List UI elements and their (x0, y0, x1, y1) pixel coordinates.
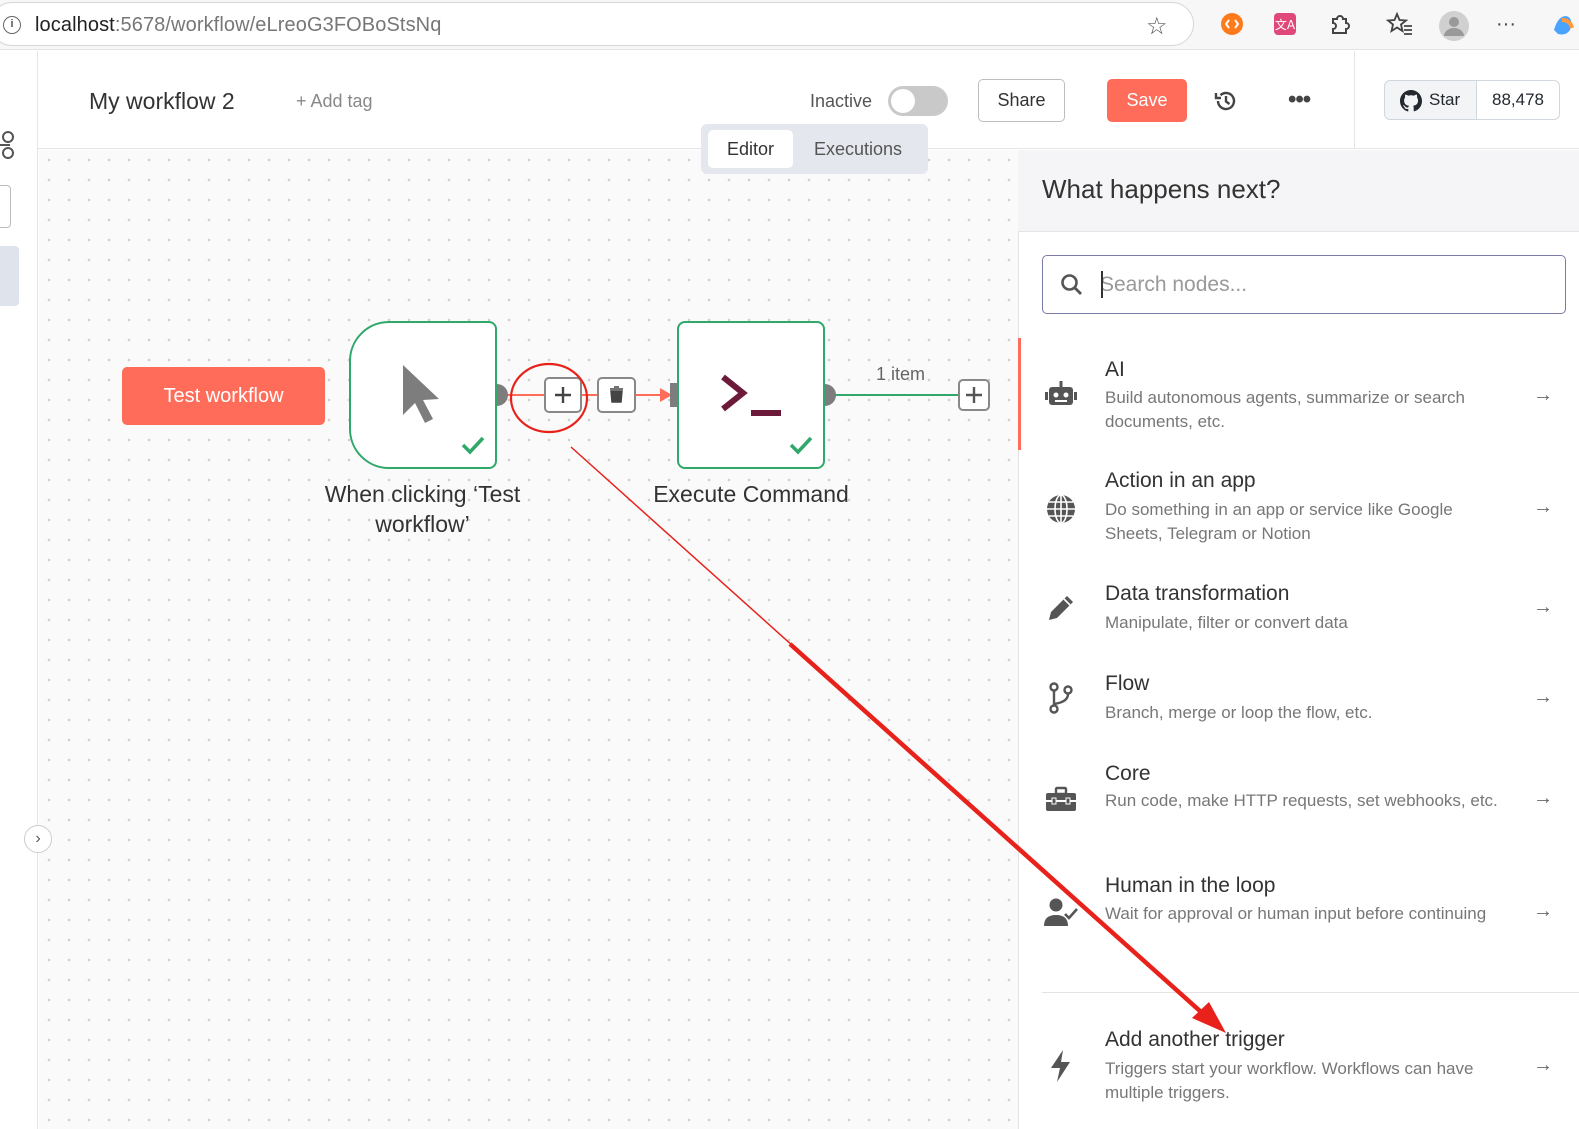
arrow-right-icon: → (1533, 900, 1553, 922)
tab-editor[interactable]: Editor (708, 130, 793, 168)
trigger-node[interactable] (349, 321, 497, 469)
user-check-icon (1044, 898, 1078, 926)
category-desc: Run code, make HTTP requests, set webhoo… (1105, 791, 1498, 810)
extension-orange-icon[interactable] (1218, 10, 1246, 38)
tab-executions[interactable]: Executions (800, 130, 916, 168)
plus-icon (966, 387, 982, 403)
category-title: AI (1105, 358, 1125, 381)
expand-sidebar-chevron-icon[interactable]: › (24, 825, 52, 853)
robot-icon (1045, 381, 1077, 405)
category-flow[interactable]: Flow Branch, merge or loop the flow, etc… (1019, 668, 1579, 738)
category-desc: Triggers start your workflow. Workflows … (1105, 1059, 1474, 1102)
arrow-right-icon: → (1533, 1054, 1553, 1076)
branch-icon (1049, 682, 1073, 714)
save-button[interactable]: Save (1107, 79, 1187, 122)
test-workflow-button[interactable]: Test workflow (122, 367, 325, 425)
github-star-label: Star (1429, 90, 1461, 109)
search-input[interactable] (1100, 270, 1540, 300)
category-desc: Manipulate, filter or convert data (1105, 613, 1348, 632)
browser-menu-icon[interactable]: ··· (1492, 10, 1520, 38)
globe-icon (1047, 494, 1075, 524)
category-title: Core (1105, 762, 1151, 785)
text-caret (1101, 271, 1103, 298)
category-title: Data transformation (1105, 582, 1290, 605)
arrow-right-icon: → (1533, 384, 1553, 406)
plus-icon (555, 387, 571, 403)
cursor-icon (403, 365, 439, 423)
execute-command-node[interactable] (677, 321, 825, 469)
trigger-node-label: When clicking ‘Test workflow’ (324, 481, 521, 537)
extensions-puzzle-icon[interactable] (1325, 10, 1353, 38)
panel-title: What happens next? (1042, 174, 1281, 204)
item-count-label: 1 item (876, 364, 926, 384)
history-icon[interactable] (1212, 87, 1240, 115)
translate-extension-icon[interactable]: 文A (1271, 10, 1299, 38)
category-ai[interactable]: AI Build autonomous agents, summarize or… (1019, 350, 1579, 450)
category-desc: Do something in an app or service like G… (1105, 500, 1453, 543)
github-star-button[interactable]: Star (1384, 80, 1477, 120)
github-icon (1400, 90, 1422, 112)
terminal-icon (721, 374, 781, 416)
success-check-icon (461, 436, 485, 455)
pen-icon (1049, 596, 1073, 620)
copilot-icon[interactable] (1548, 10, 1576, 38)
arrow-right-icon: → (1533, 686, 1553, 708)
favorites-icon[interactable] (1385, 10, 1414, 38)
category-data-transformation[interactable]: Data transformation Manipulate, filter o… (1019, 578, 1579, 648)
arrow-right-icon: → (1533, 496, 1553, 518)
category-human-in-the-loop[interactable]: Human in the loop Wait for approval or h… (1019, 870, 1579, 970)
success-check-icon (789, 436, 813, 455)
toolbox-icon (1046, 786, 1076, 811)
bolt-icon (1051, 1050, 1070, 1082)
category-desc: Branch, merge or loop the flow, etc. (1105, 703, 1373, 722)
category-title: Flow (1105, 672, 1150, 695)
bookmark-star-icon[interactable]: ☆ (1146, 12, 1168, 41)
svg-text:文A: 文A (1275, 17, 1296, 32)
execute-command-label: Execute Command (653, 481, 849, 507)
category-add-trigger[interactable]: Add another trigger Triggers start your … (1019, 1024, 1579, 1124)
github-star-count[interactable]: 88,478 (1476, 80, 1560, 120)
insert-node-button[interactable] (544, 377, 582, 413)
category-title: Action in an app (1105, 469, 1256, 492)
panel-divider (1042, 992, 1579, 993)
add-node-end-button[interactable] (958, 379, 990, 411)
category-title: Human in the loop (1105, 874, 1276, 897)
arrow-right-icon: → (1533, 596, 1553, 618)
delete-connection-button[interactable] (597, 377, 636, 413)
category-title: Add another trigger (1105, 1028, 1285, 1051)
category-action-in-app[interactable]: Action in an app Do something in an app … (1019, 463, 1579, 563)
arrow-right-icon: → (1533, 787, 1553, 809)
search-icon (1061, 274, 1082, 295)
more-options-icon[interactable]: ••• (1288, 86, 1311, 114)
category-desc: Wait for approval or human input before … (1105, 904, 1487, 923)
profile-avatar-icon[interactable] (1438, 10, 1469, 41)
category-desc: Build autonomous agents, summarize or se… (1105, 388, 1466, 431)
trash-icon (610, 386, 623, 403)
category-core[interactable]: Core Run code, make HTTP requests, set w… (1019, 758, 1579, 858)
